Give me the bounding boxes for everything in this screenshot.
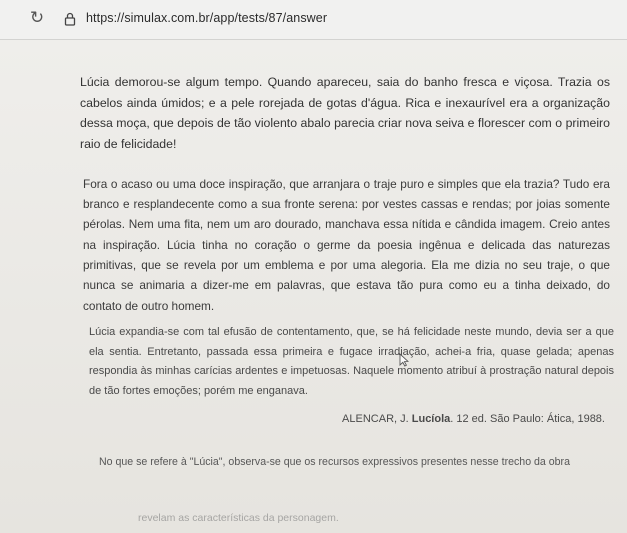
citation-details: . 12 ed. São Paulo: Ática, 1988. [450, 413, 605, 425]
citation-title: Lucíola [411, 413, 451, 425]
browser-toolbar: ↻ https://simulax.com.br/app/tests/87/an… [0, 0, 627, 40]
question-text: No que se refere à "Lúcia", observa-se q… [99, 455, 570, 468]
passage-paragraph-3: Lúcia expandia-se com tal efusão de cont… [89, 326, 614, 397]
passage-paragraph-1: Lúcia demorou-se algum tempo. Quando apa… [80, 75, 610, 151]
passage-paragraph-2: Fora o acaso ou uma doce inspiração, que… [83, 176, 610, 313]
citation-author: ALENCAR, J. [342, 413, 409, 425]
answer-option[interactable]: revelam as características da personagem… [138, 512, 339, 524]
lock-icon[interactable] [64, 12, 76, 26]
page-content: Lúcia demorou-se algum tempo. Quando apa… [0, 40, 627, 533]
address-bar-url[interactable]: https://simulax.com.br/app/tests/87/answ… [86, 11, 327, 25]
reload-icon[interactable]: ↻ [28, 9, 46, 27]
mouse-cursor-icon [399, 353, 409, 367]
citation: ALENCAR, J. Lucíola. 12 ed. São Paulo: Á… [342, 413, 605, 425]
